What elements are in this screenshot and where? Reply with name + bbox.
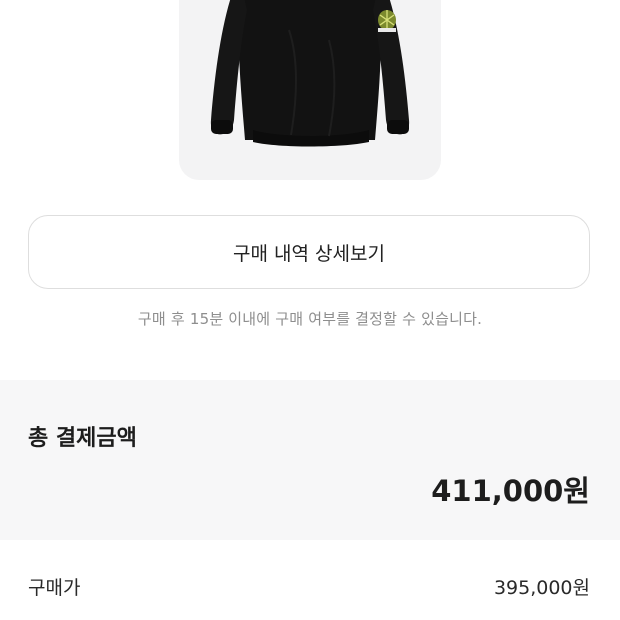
- purchase-detail-button-label: 구매 내역 상세보기: [233, 242, 385, 265]
- purchase-price-value: 395,000원: [493, 577, 590, 599]
- payment-summary: 총 결제금액 411,000원: [0, 380, 620, 540]
- purchase-price-row: 구매가 395,000원: [0, 540, 620, 620]
- decision-notice: 구매 후 15분 이내에 구매 여부를 결정할 수 있습니다.: [137, 310, 483, 328]
- total-payment-label: 총 결제금액: [28, 426, 137, 451]
- compass-badge-icon: [378, 10, 396, 32]
- total-payment-amount: 411,000원: [431, 474, 590, 508]
- sweatshirt-image: [210, 0, 410, 147]
- purchase-detail-button[interactable]: 구매 내역 상세보기: [28, 215, 590, 289]
- product-image-card: [179, 0, 441, 180]
- purchase-price-label: 구매가: [28, 577, 81, 599]
